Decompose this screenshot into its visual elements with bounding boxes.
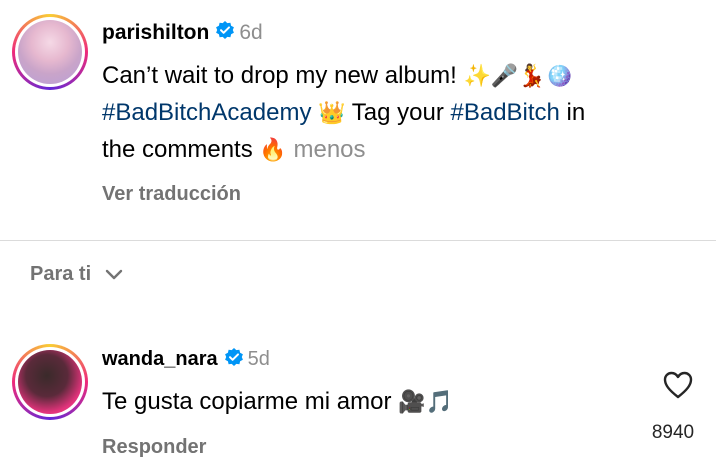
like-heart-icon[interactable] — [663, 371, 693, 404]
chevron-down-icon — [105, 269, 123, 279]
divider — [0, 240, 716, 241]
post-username[interactable]: parishilton — [102, 21, 209, 45]
comment-body: Te gusta copiarme mi amor — [102, 388, 392, 415]
comment-text: Te gusta copiarme mi amor 🎥🎵 — [102, 388, 453, 416]
caption-emojis: ✨🎤💃🪩 — [463, 64, 574, 89]
comment-time: 5d — [247, 348, 270, 370]
comment-sort-dropdown[interactable]: Para ti — [30, 263, 123, 286]
hashtag-link[interactable]: #BadBitch — [450, 99, 559, 126]
less-link[interactable]: menos — [293, 136, 365, 163]
post-time: 6d — [239, 20, 263, 44]
caption-part: Tag your — [345, 99, 451, 126]
reply-button[interactable]: Responder — [102, 436, 206, 459]
caption-part: Can’t wait to drop my new album! — [102, 62, 457, 89]
comment-emojis: 🎥🎵 — [398, 390, 453, 415]
caption-part: in — [559, 99, 586, 126]
commenter-avatar-ring[interactable] — [12, 344, 88, 420]
hashtag-link[interactable]: #BadBitchAcademy — [102, 99, 311, 126]
comment-username[interactable]: wanda_nara — [102, 348, 218, 371]
caption-part: the comments — [102, 136, 253, 163]
avatar[interactable] — [18, 20, 82, 84]
sort-label: Para ti — [30, 263, 92, 285]
fire-emoji: 🔥 — [259, 138, 287, 163]
caption-text: Can’t wait to drop my new album! ✨🎤💃🪩 #B… — [102, 58, 702, 169]
verified-badge-icon — [224, 347, 244, 372]
avatar-story-ring[interactable] — [12, 14, 88, 90]
crown-emoji: 👑 — [318, 101, 346, 126]
verified-badge-icon — [215, 20, 235, 45]
see-translation-link[interactable]: Ver traducción — [102, 183, 241, 206]
like-count: 8940 — [651, 422, 695, 443]
avatar[interactable] — [18, 350, 82, 414]
